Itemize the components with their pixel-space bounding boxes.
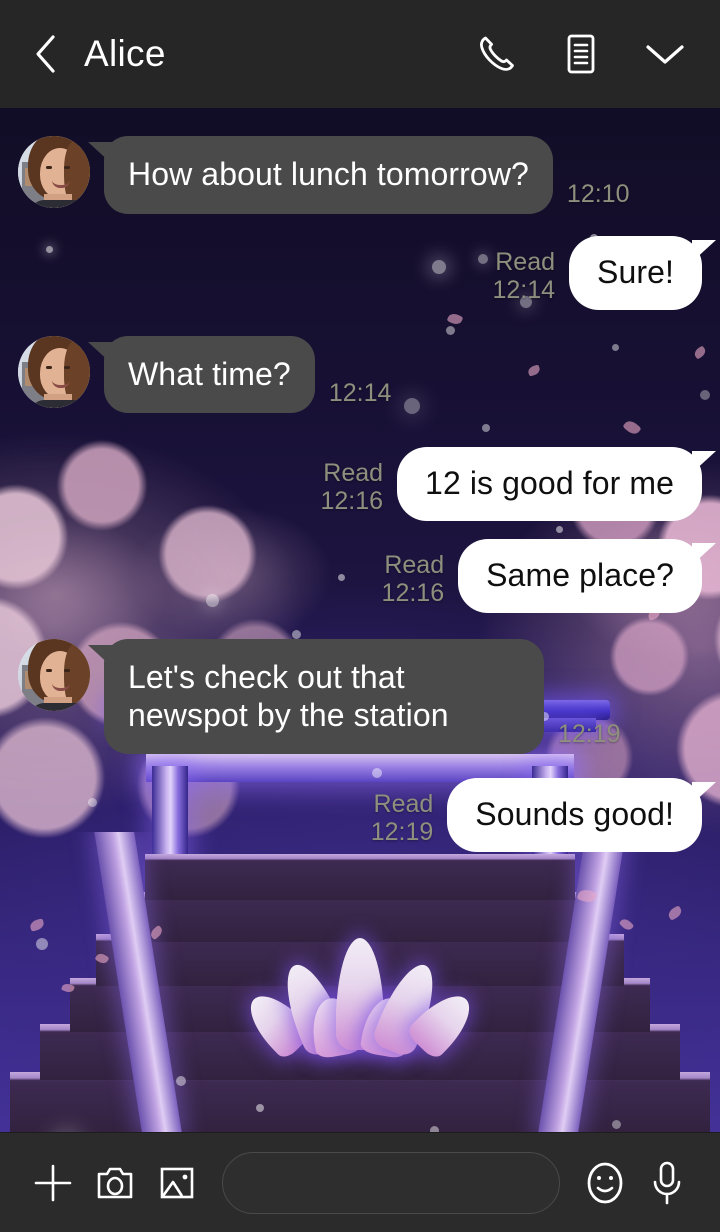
page-title: Alice bbox=[84, 33, 166, 74]
timestamp: 12:14 bbox=[328, 379, 392, 408]
message-meta: Read 12:14 bbox=[492, 248, 555, 310]
message-meta: 12:19 bbox=[558, 720, 621, 754]
message-text: 12 is good for me bbox=[425, 465, 674, 502]
image-icon bbox=[160, 1167, 194, 1198]
message-meta: Read 12:16 bbox=[320, 459, 383, 521]
read-receipt: Read bbox=[373, 790, 434, 818]
emoji-button[interactable] bbox=[574, 1152, 636, 1214]
message-text: Sounds good! bbox=[475, 796, 674, 833]
incoming-bubble[interactable]: How about lunch tomorrow? bbox=[88, 136, 553, 214]
outgoing-bubble[interactable]: Same place? bbox=[458, 539, 716, 613]
message-text: Let's check out that newspot by the stat… bbox=[128, 658, 449, 733]
phone-icon bbox=[480, 36, 514, 71]
message-input[interactable] bbox=[247, 1166, 535, 1199]
camera-icon bbox=[97, 1167, 133, 1198]
timestamp: 12:19 bbox=[558, 720, 621, 749]
message-meta: Read 12:16 bbox=[382, 551, 445, 613]
message-row[interactable]: Read 12:16 Same place? bbox=[18, 539, 716, 613]
message-row[interactable]: Let's check out that newspot by the stat… bbox=[18, 638, 702, 755]
plus-icon bbox=[34, 1164, 72, 1201]
message-row[interactable]: How about lunch tomorrow? 12:10 bbox=[18, 136, 702, 214]
avatar[interactable] bbox=[18, 335, 90, 408]
incoming-bubble[interactable]: What time? bbox=[88, 335, 315, 414]
message-text: What time? bbox=[128, 355, 291, 392]
message-meta: 12:14 bbox=[329, 379, 392, 413]
chat-header: Alice bbox=[0, 0, 720, 108]
back-button[interactable] bbox=[22, 28, 68, 80]
message-input-bar bbox=[0, 1132, 720, 1232]
outgoing-bubble[interactable]: Sure! bbox=[569, 235, 716, 310]
timestamp: 12:19 bbox=[370, 818, 434, 846]
message-row[interactable]: Read 12:14 Sure! bbox=[18, 235, 716, 310]
microphone-icon bbox=[653, 1161, 681, 1204]
camera-button[interactable] bbox=[84, 1152, 146, 1214]
call-button[interactable] bbox=[468, 25, 526, 83]
read-receipt: Read bbox=[495, 247, 556, 276]
message-meta: 12:10 bbox=[567, 180, 630, 214]
chevron-down-icon bbox=[646, 45, 684, 64]
message-row[interactable]: Read 12:19 Sounds good! bbox=[18, 778, 716, 852]
add-attachment-button[interactable] bbox=[22, 1152, 84, 1214]
incoming-bubble[interactable]: Let's check out that newspot by the stat… bbox=[88, 638, 544, 755]
notes-button[interactable] bbox=[552, 25, 610, 83]
chevron-left-icon bbox=[36, 35, 55, 73]
more-menu-button[interactable] bbox=[636, 25, 694, 83]
message-row[interactable]: What time? 12:14 bbox=[18, 335, 702, 414]
message-text: How about lunch tomorrow? bbox=[128, 156, 529, 192]
outgoing-bubble[interactable]: 12 is good for me bbox=[397, 447, 716, 521]
read-receipt: Read bbox=[323, 459, 384, 487]
timestamp: 12:16 bbox=[381, 578, 445, 607]
message-list[interactable]: How about lunch tomorrow? 12:10 Read 12:… bbox=[0, 108, 720, 1132]
avatar[interactable] bbox=[18, 638, 90, 711]
gallery-button[interactable] bbox=[146, 1152, 208, 1214]
message-text: Same place? bbox=[486, 557, 674, 593]
timestamp: 12:10 bbox=[566, 179, 630, 208]
messages-container: How about lunch tomorrow? 12:10 Read 12:… bbox=[0, 108, 720, 1132]
outgoing-bubble[interactable]: Sounds good! bbox=[447, 778, 716, 852]
timestamp: 12:16 bbox=[320, 487, 384, 515]
read-receipt: Read bbox=[384, 550, 445, 579]
chat-screen: Alice How about lunch tomorrow? 12:10 Re… bbox=[0, 0, 720, 1232]
voice-message-button[interactable] bbox=[636, 1152, 698, 1214]
avatar[interactable] bbox=[18, 136, 90, 208]
message-input-field[interactable] bbox=[222, 1151, 560, 1214]
message-text: Sure! bbox=[597, 253, 674, 290]
timestamp: 12:14 bbox=[492, 275, 556, 304]
note-list-icon bbox=[567, 34, 595, 74]
message-row[interactable]: Read 12:16 12 is good for me bbox=[18, 447, 716, 521]
message-meta: Read 12:19 bbox=[371, 790, 434, 852]
smiley-icon bbox=[587, 1162, 623, 1203]
